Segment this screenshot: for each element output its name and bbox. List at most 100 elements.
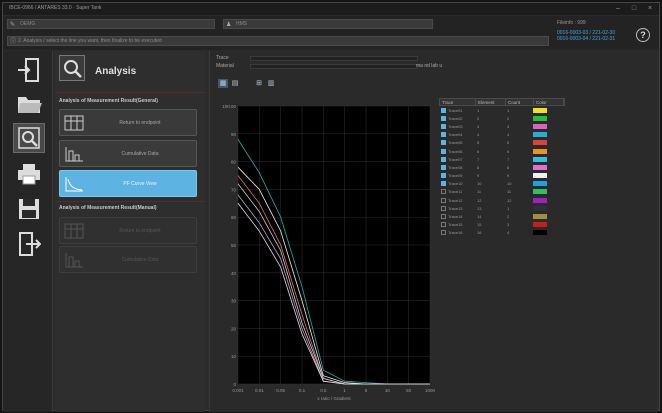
label-material: Material — [216, 63, 234, 69]
maximize-icon[interactable]: □ — [629, 4, 639, 14]
minimize-icon[interactable]: – — [613, 4, 623, 14]
table-row[interactable]: Trace01 1 1 — [439, 106, 565, 114]
trace-field[interactable] — [250, 56, 418, 61]
view-toggle-icon[interactable]: ▦ — [218, 79, 228, 88]
x-tick-label: 5 — [365, 388, 368, 393]
y-tick-label: 70 — [231, 187, 237, 192]
grid-icon[interactable]: ▤ — [230, 79, 240, 88]
table-row[interactable]: Trace04 4 4 — [439, 131, 565, 139]
table-row[interactable]: Trace02 2 2 — [439, 114, 565, 122]
color-swatch[interactable] — [533, 107, 547, 113]
color-swatch[interactable] — [533, 189, 547, 195]
trace-name: Trace02 — [448, 115, 463, 121]
y-tick-label: 80 — [231, 160, 237, 165]
color-swatch[interactable] — [533, 123, 547, 129]
color-swatch[interactable] — [533, 148, 547, 154]
trace-name: Trace16 — [448, 230, 463, 236]
x-tick-label: 50 — [406, 388, 412, 393]
table-row[interactable]: Trace06 6 6 — [439, 147, 565, 155]
table-row[interactable]: Trace10 10 10 — [439, 180, 565, 188]
table-row[interactable]: Trace08 8 8 — [439, 163, 565, 171]
print-button[interactable] — [13, 159, 45, 189]
id-values: 0016-0003-03 / 221-02-30 0016-0003-04 / … — [557, 30, 616, 42]
trace-count: 7 — [507, 156, 510, 162]
trace-element: 11 — [477, 189, 482, 195]
table-row[interactable]: Trace07 7 7 — [439, 155, 565, 163]
exit-button[interactable] — [13, 229, 45, 259]
color-swatch[interactable] — [533, 222, 547, 228]
trace-name: Trace06 — [448, 148, 463, 154]
table-row[interactable]: Trace13 13 1 — [439, 204, 565, 212]
y-tick-label: 50 — [231, 243, 237, 248]
trace-name: Trace01 — [448, 107, 463, 113]
save-icon — [19, 199, 39, 219]
trace-name: Trace05 — [448, 140, 463, 146]
close-icon[interactable]: × — [645, 4, 655, 14]
y-tick-label: 20 — [231, 326, 237, 331]
color-swatch[interactable] — [533, 197, 547, 203]
cumulative-data-button[interactable]: Cumulative Data — [59, 140, 197, 167]
id-label: Fileinfo : 999 — [557, 20, 586, 26]
table-row[interactable]: Trace09 9 9 — [439, 172, 565, 180]
trace-name: Trace15 — [448, 222, 463, 228]
color-swatch[interactable] — [533, 164, 547, 170]
color-swatch[interactable] — [533, 173, 547, 179]
trace-element: 14 — [477, 214, 482, 220]
help-button[interactable]: ? — [636, 28, 650, 42]
x-axis-label: x ratio / Gradient — [317, 396, 351, 400]
table-header: Trace Element Count Color — [439, 98, 565, 106]
x-tick-label: 0.05 — [276, 388, 285, 393]
save-button[interactable] — [13, 194, 45, 224]
open-button[interactable] — [13, 89, 45, 119]
trace-name: Trace07 — [448, 156, 463, 162]
table-row[interactable]: Trace11 11 11 — [439, 188, 565, 196]
color-swatch[interactable] — [533, 214, 547, 220]
field-2[interactable]: ♟ HMS — [223, 19, 433, 29]
color-swatch[interactable] — [533, 140, 547, 146]
trace-element: 16 — [477, 230, 482, 236]
trace-count: 1 — [507, 107, 510, 113]
analysis-button[interactable] — [13, 123, 45, 153]
color-swatch[interactable] — [533, 181, 547, 187]
cumulative-data-manual-button[interactable]: Cumulative Data — [59, 246, 197, 273]
table-row[interactable]: Trace15 15 3 — [439, 221, 565, 229]
table-row[interactable]: Trace14 14 2 — [439, 212, 565, 220]
trace-count: 3 — [507, 123, 510, 129]
material-field[interactable] — [250, 64, 418, 69]
table-row[interactable]: Trace12 12 12 — [439, 196, 565, 204]
trace-count: 6 — [507, 148, 510, 154]
info-icon: ⓘ — [10, 39, 17, 45]
export-icon[interactable]: ▥ — [266, 79, 276, 88]
panel-title: Analysis — [95, 66, 137, 77]
pf-curve-button[interactable]: PF Curve View — [59, 170, 197, 197]
trace-element: 1 — [477, 107, 480, 113]
label-trace: Trace — [216, 55, 229, 61]
color-swatch[interactable] — [533, 132, 547, 138]
return-endpoint-manual-button[interactable]: Return to endpoint — [59, 217, 197, 244]
color-swatch[interactable] — [533, 205, 547, 211]
table-icon — [64, 223, 84, 239]
color-swatch[interactable] — [533, 156, 547, 162]
table-row[interactable]: Trace16 16 4 — [439, 229, 565, 237]
section-manual-title: Analysis of Measurement Result(Manual) — [59, 205, 157, 211]
color-swatch[interactable] — [533, 230, 547, 236]
trace-element: 5 — [477, 140, 480, 146]
pf-curve-chart: 0.001 0.01 0.05 0.1 0.5 1 5 10 50 1000 100.00 90 80 7… — [212, 100, 438, 401]
trace-table: Trace Element Count Color Trace01 1 1 Trace… — [439, 98, 565, 237]
return-endpoint-button[interactable]: Return to endpoint — [59, 109, 197, 136]
y-tick-label: 100.00 — [222, 104, 236, 109]
table-row[interactable]: Trace03 3 3 — [439, 122, 565, 130]
table-row[interactable]: Trace05 5 5 — [439, 139, 565, 147]
import-button[interactable] — [13, 55, 45, 85]
trace-count: 3 — [507, 222, 510, 228]
trace-name: Trace09 — [448, 173, 463, 179]
x-tick-label: 1000 — [425, 388, 436, 393]
trace-element: 3 — [477, 123, 480, 129]
trace-count: 10 — [507, 181, 512, 187]
analysis-icon — [18, 127, 40, 149]
color-swatch[interactable] — [533, 115, 547, 121]
zoom-icon[interactable]: ⊞ — [254, 79, 264, 88]
title-bar: IBCE-0966 / ANTARES 33.0 · Super Tank – … — [3, 3, 659, 15]
field-1[interactable]: ✎ OEMG — [7, 19, 215, 29]
analysis-icon — [59, 55, 85, 81]
